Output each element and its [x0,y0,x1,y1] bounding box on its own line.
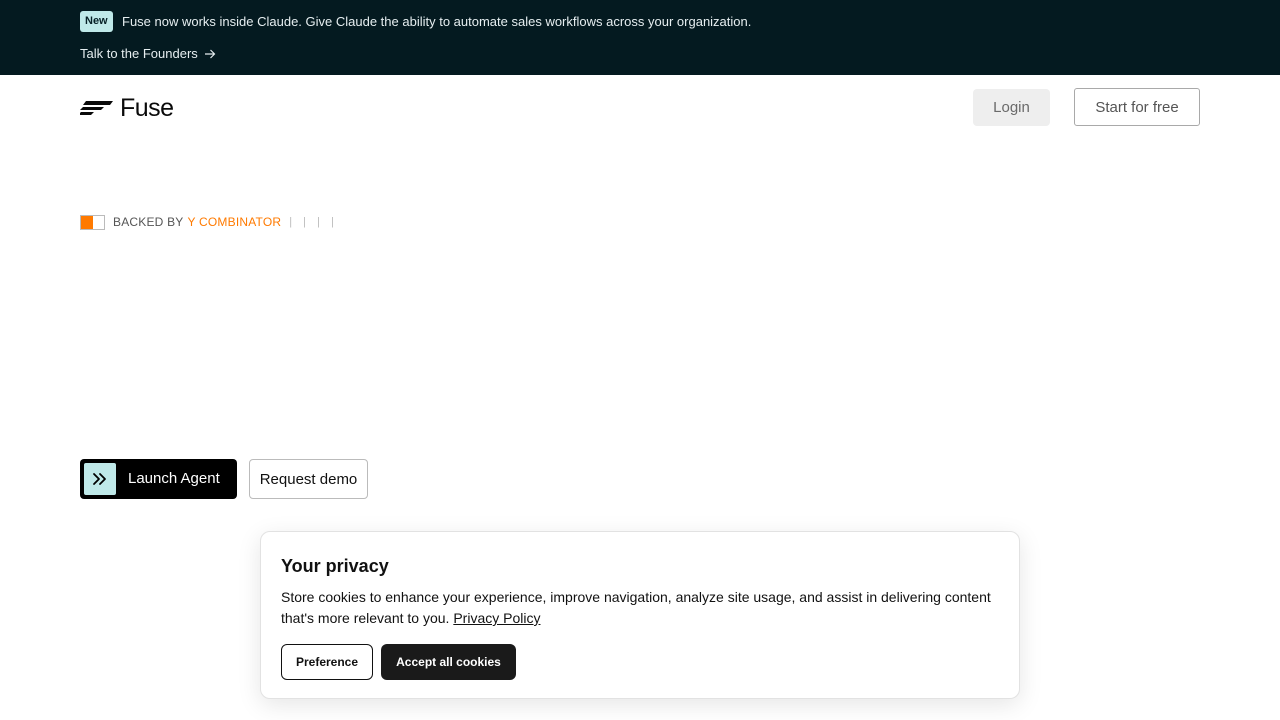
fuse-logo-mark-icon [80,101,113,115]
backed-by-label: BACKED BY [113,215,184,229]
talk-to-founders-link[interactable]: Talk to the Founders [80,46,216,62]
backed-by-yc: BACKED BY Y COMBINATOR | | | | [80,215,338,230]
launch-agent-label: Launch Agent [128,470,220,487]
double-chevron-right-icon [84,463,116,495]
request-demo-button[interactable]: Request demo [249,459,368,499]
new-badge: New [80,11,113,32]
toggle-icon [80,215,105,230]
cookie-title: Your privacy [281,556,389,576]
cookie-banner: Your privacy Store cookies to enhance yo… [260,531,1020,699]
y-combinator-label: Y COMBINATOR [187,215,282,229]
arrow-right-icon [204,49,216,59]
start-for-free-button[interactable]: Start for free [1074,88,1200,126]
preference-button[interactable]: Preference [281,644,373,680]
decorative-bars: | | | | [289,216,338,228]
logo-text: Fuse [120,94,174,122]
announcement-message: Fuse now works inside Claude. Give Claud… [122,14,752,29]
launch-agent-button[interactable]: Launch Agent [80,459,237,499]
accept-all-cookies-button[interactable]: Accept all cookies [381,644,516,680]
talk-to-founders-label: Talk to the Founders [80,46,198,61]
announcement-bar: New Fuse now works inside Claude. Give C… [0,0,1280,75]
login-button[interactable]: Login [973,89,1050,126]
privacy-policy-link[interactable]: Privacy Policy [453,610,540,626]
cookie-body-text: Store cookies to enhance your experience… [281,589,991,626]
cookie-body: Store cookies to enhance your experience… [281,587,1006,629]
fuse-logo[interactable]: Fuse [80,94,174,122]
